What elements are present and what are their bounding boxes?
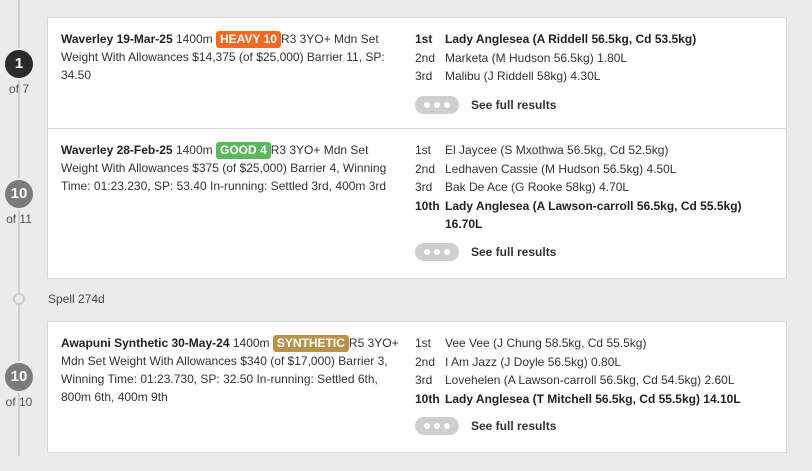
result-row: 3rd Malibu (J Riddell 58kg) 4.30L bbox=[415, 67, 775, 86]
result-row: 2nd Ledhaven Cassie (M Hudson 56.5kg) 4.… bbox=[415, 160, 775, 179]
dot-icon bbox=[434, 423, 440, 430]
result-place: 2nd bbox=[415, 161, 436, 176]
result-row: 3rd Lovehelen (A Lawson-carroll 56.5kg, … bbox=[415, 371, 775, 390]
result-row: 1st Lady Anglesea (A Riddell 56.5kg, Cd … bbox=[415, 30, 775, 49]
result-row: 3rd Bak De Ace (G Rooke 58kg) 4.70L bbox=[415, 178, 775, 197]
full-results-row: See full results bbox=[415, 95, 775, 115]
result-row: 2nd Marketa (M Hudson 56.5kg) 1.80L bbox=[415, 49, 775, 68]
result-place: 10th bbox=[415, 198, 440, 213]
spell-marker bbox=[13, 293, 25, 305]
result-text: Lovehelen (A Lawson-carroll 56.5kg, Cd 5… bbox=[445, 373, 735, 387]
finish-position: 10 of 11 bbox=[0, 178, 38, 226]
result-text: Ledhaven Cassie (M Hudson 56.5kg) 4.50L bbox=[445, 161, 677, 176]
result-text: El Jaycee (S Mxothwa 56.5kg, Cd 52.5kg) bbox=[445, 143, 669, 157]
result-text: Vee Vee (J Chung 58.5kg, Cd 55.5kg) bbox=[445, 336, 647, 350]
result-place: 1st bbox=[415, 32, 433, 46]
venue-date: Waverley 28-Feb-25 bbox=[61, 143, 173, 157]
track-condition-badge: HEAVY 10 bbox=[216, 31, 281, 48]
results-list: 1st Vee Vee (J Chung 58.5kg, Cd 55.5kg) … bbox=[415, 334, 775, 436]
field-size: of 10 bbox=[5, 395, 33, 409]
result-row: 2nd I Am Jazz (J Doyle 56.5kg) 0.80L bbox=[415, 353, 775, 372]
dot-icon bbox=[424, 423, 430, 430]
result-text: Lady Anglesea (T Mitchell 56.5kg, Cd 55.… bbox=[445, 391, 741, 406]
see-full-results-link[interactable]: See full results bbox=[471, 417, 556, 436]
race-card: Waverley 19-Mar-25 1400m HEAVY 10 R3 3YO+… bbox=[47, 17, 787, 128]
see-full-results-link[interactable]: See full results bbox=[471, 96, 556, 115]
track-condition-badge: GOOD 4 bbox=[216, 142, 271, 159]
result-place: 3rd bbox=[415, 180, 433, 194]
dot-icon bbox=[424, 101, 430, 108]
venue-date: Awapuni Synthetic 30-May-24 bbox=[61, 336, 230, 350]
race-info: Waverley 28-Feb-25 1400m GOOD 4 R3 3YO+ M… bbox=[61, 141, 406, 195]
result-place: 2nd bbox=[415, 50, 436, 65]
race-info: Awapuni Synthetic 30-May-24 1400m SYNTHE… bbox=[61, 334, 406, 406]
distance: 1400m bbox=[175, 32, 213, 46]
full-results-row: See full results bbox=[415, 417, 775, 436]
race-info: Waverley 19-Mar-25 1400m HEAVY 10 R3 3YO+… bbox=[61, 30, 406, 84]
dot-icon bbox=[434, 101, 440, 108]
result-text: Lady Anglesea (A Lawson-carroll 56.5kg, … bbox=[445, 198, 742, 232]
dot-icon bbox=[444, 101, 450, 108]
venue-date: Waverley 19-Mar-25 bbox=[61, 32, 173, 46]
dot-icon bbox=[444, 248, 450, 255]
field-size: of 11 bbox=[6, 212, 32, 226]
finish-position: 10 of 10 bbox=[0, 361, 38, 409]
results-list: 1st Lady Anglesea (A Riddell 56.5kg, Cd … bbox=[415, 30, 775, 114]
more-options-button[interactable] bbox=[415, 417, 459, 436]
finish-position: 1 of 7 bbox=[0, 48, 38, 96]
spell-label: Spell 274d bbox=[48, 292, 105, 306]
position-circle: 1 bbox=[3, 48, 35, 80]
position-circle: 10 bbox=[3, 361, 35, 393]
result-place: 2nd bbox=[415, 354, 436, 369]
field-size: of 7 bbox=[8, 82, 29, 96]
distance: 1400m bbox=[232, 336, 270, 350]
distance: 1400m bbox=[175, 143, 213, 157]
dot-icon bbox=[444, 423, 450, 430]
result-text: Lady Anglesea (A Riddell 56.5kg, Cd 53.5… bbox=[445, 32, 697, 46]
result-place: 10th bbox=[415, 391, 440, 406]
result-text: Marketa (M Hudson 56.5kg) 1.80L bbox=[445, 50, 628, 65]
result-text: Bak De Ace (G Rooke 58kg) 4.70L bbox=[445, 180, 630, 194]
result-text: I Am Jazz (J Doyle 56.5kg) 0.80L bbox=[445, 354, 622, 369]
result-text: Malibu (J Riddell 58kg) 4.30L bbox=[445, 69, 601, 83]
dot-icon bbox=[434, 248, 440, 255]
result-row: 10th Lady Anglesea (A Lawson-carroll 56.… bbox=[415, 197, 775, 234]
race-card: Waverley 28-Feb-25 1400m GOOD 4 R3 3YO+ M… bbox=[47, 128, 787, 279]
race-card: Awapuni Synthetic 30-May-24 1400m SYNTHE… bbox=[47, 321, 787, 453]
result-place: 1st bbox=[415, 336, 432, 350]
more-options-button[interactable] bbox=[415, 242, 459, 261]
position-circle: 10 bbox=[3, 178, 35, 210]
result-place: 1st bbox=[415, 143, 432, 157]
track-condition-badge: SYNTHETIC bbox=[272, 335, 349, 352]
more-options-button[interactable] bbox=[415, 95, 459, 114]
full-results-row: See full results bbox=[415, 242, 775, 262]
result-place: 3rd bbox=[415, 69, 433, 83]
result-row: 10th Lady Anglesea (T Mitchell 56.5kg, C… bbox=[415, 390, 775, 409]
result-row: 1st El Jaycee (S Mxothwa 56.5kg, Cd 52.5… bbox=[415, 141, 775, 160]
results-list: 1st El Jaycee (S Mxothwa 56.5kg, Cd 52.5… bbox=[415, 141, 775, 261]
see-full-results-link[interactable]: See full results bbox=[471, 243, 556, 262]
result-row: 1st Vee Vee (J Chung 58.5kg, Cd 55.5kg) bbox=[415, 334, 775, 353]
result-place: 3rd bbox=[415, 373, 433, 387]
dot-icon bbox=[424, 248, 430, 255]
